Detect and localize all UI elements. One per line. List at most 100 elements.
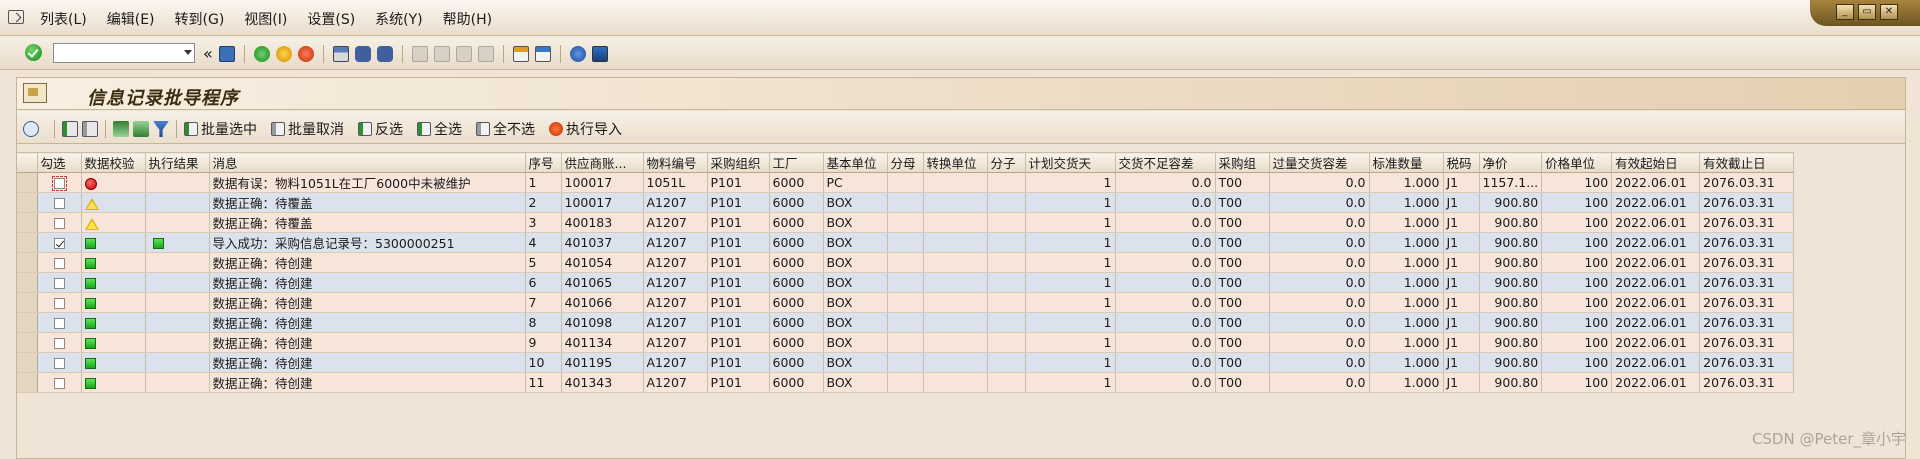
shortcut-icon[interactable] [534,46,551,62]
cell-vendor: 401066 [561,292,644,313]
table-row[interactable]: 数据正确：待创建 10 401195 A1207 P101 6000 BOX 1 0.0 T00 0… [17,352,1795,373]
column-header[interactable]: 采购组织 [707,152,770,173]
row-selector[interactable] [17,172,38,193]
maximize-button[interactable]: ▭ [1858,4,1876,20]
menu-view[interactable]: 视图(I) [244,9,287,29]
row-checkbox[interactable] [51,176,67,191]
column-header[interactable]: 消息 [209,152,526,173]
table-row[interactable]: 数据正确：待创建 5 401054 A1207 P101 6000 BOX 1 0.0 T00 0.… [17,252,1795,273]
column-header[interactable]: 有效截止日 [1699,152,1795,173]
cell-numer [987,332,1026,353]
enter-check-icon[interactable] [25,44,42,61]
row-checkbox[interactable] [53,258,65,269]
row-checkbox[interactable] [53,338,65,349]
column-header[interactable]: 标准数量 [1369,152,1444,173]
column-header[interactable]: 过量交货容差 [1269,152,1370,173]
column-header[interactable]: 基本单位 [823,152,888,173]
table-row[interactable]: 数据正确：待创建 8 401098 A1207 P101 6000 BOX 1 0.0 T00 0.… [17,312,1795,333]
column-header[interactable]: 分子 [987,152,1026,173]
column-header[interactable]: 转换单位 [923,152,988,173]
command-field[interactable] [53,43,195,63]
row-checkbox[interactable] [53,238,65,249]
menu-exit-icon[interactable] [8,10,24,24]
column-header[interactable]: 税码 [1443,152,1480,173]
row-checkbox[interactable] [53,358,65,369]
row-selector[interactable] [17,312,38,333]
column-header[interactable]: 有效起始日 [1611,152,1701,173]
menu-goto[interactable]: 转到(G) [175,9,225,29]
table-row[interactable]: 数据正确：待创建 11 401343 A1207 P101 6000 BOX 1 0.0 T00 0… [17,372,1795,393]
deselect-block-icon[interactable] [82,121,98,137]
menu-help[interactable]: 帮助(H) [443,9,492,29]
row-checkbox[interactable] [53,298,65,309]
chevron-down-icon[interactable] [184,50,192,55]
table-row[interactable]: 数据正确：待覆盖 3 400183 A1207 P101 6000 BOX 1 0.0 T00 0.… [17,212,1795,233]
row-checkbox[interactable] [53,198,65,209]
close-button[interactable]: ✕ [1880,4,1898,20]
column-header[interactable]: 价格单位 [1541,152,1613,173]
column-header[interactable]: 计划交货天 [1025,152,1116,173]
command-input[interactable] [54,44,174,62]
cell-under: 0.0 [1115,192,1216,213]
column-header[interactable]: 物料编号 [643,152,708,173]
column-header[interactable]: 分母 [887,152,924,173]
invert-selection-button[interactable]: 反选 [358,119,403,139]
select-all-button[interactable]: 全选 [417,119,462,139]
execute-import-button[interactable]: 执行导入 [549,119,622,139]
find-icon[interactable] [354,46,371,62]
column-header[interactable]: 净价 [1479,152,1543,173]
column-header[interactable]: 序号 [525,152,562,173]
save-icon[interactable] [218,46,235,62]
find-next-icon[interactable] [376,46,393,62]
exit-icon[interactable] [275,46,292,62]
menu-edit[interactable]: 编辑(E) [107,9,155,29]
batch-select-button[interactable]: 批量选中 [184,119,257,139]
row-selector-header-icon[interactable] [17,152,38,173]
filter-icon[interactable] [153,121,169,137]
sort-descending-icon[interactable] [133,121,149,137]
row-checkbox[interactable] [53,318,65,329]
batch-cancel-button[interactable]: 批量取消 [271,119,344,139]
help-icon[interactable] [569,46,586,62]
collapse-icon[interactable]: « [203,46,213,62]
select-block-icon[interactable] [62,121,78,137]
print-icon[interactable] [332,46,349,62]
row-checkbox[interactable] [53,378,65,389]
column-header[interactable]: 勾选 [37,152,82,173]
cancel-icon[interactable] [297,46,314,62]
column-header[interactable]: 采购组 [1215,152,1270,173]
sort-ascending-icon[interactable] [113,121,129,137]
column-header[interactable]: 数据校验 [81,152,146,173]
table-row[interactable]: 导入成功：采购信息记录号：5300000251 4 401037 A1207 P101 6… [17,232,1795,253]
row-selector[interactable] [17,352,38,373]
column-header[interactable]: 供应商账... [561,152,644,173]
menu-system[interactable]: 系统(Y) [375,9,422,29]
row-selector[interactable] [17,372,38,393]
table-row[interactable]: 数据有误：物料1051L在工厂6000中未被维护 1 100017 1051L P101… [17,172,1795,193]
column-header[interactable]: 工厂 [769,152,824,173]
column-header[interactable]: 交货不足容差 [1115,152,1216,173]
minimize-button[interactable]: _ [1836,4,1854,20]
column-header[interactable]: 执行结果 [145,152,210,173]
menu-settings[interactable]: 设置(S) [307,9,355,29]
row-selector[interactable] [17,272,38,293]
row-selector[interactable] [17,212,38,233]
row-checkbox[interactable] [53,278,65,289]
deselect-all-button[interactable]: 全不选 [476,119,535,139]
row-selector[interactable] [17,292,38,313]
row-selector[interactable] [17,252,38,273]
row-selector[interactable] [17,232,38,253]
row-checkbox[interactable] [53,218,65,229]
table-row[interactable]: 数据正确：待创建 7 401066 A1207 P101 6000 BOX 1 0.0 T00 0.… [17,292,1795,313]
new-session-icon[interactable] [512,46,529,62]
menu-list[interactable]: 列表(L) [40,9,87,29]
table-row[interactable]: 数据正确：待覆盖 2 100017 A1207 P101 6000 BOX 1 0.0 T00 0.… [17,192,1795,213]
table-row[interactable]: 数据正确：待创建 6 401065 A1207 P101 6000 BOX 1 0.0 T00 0.… [17,272,1795,293]
row-selector[interactable] [17,332,38,353]
back-icon[interactable] [253,46,270,62]
details-icon[interactable] [23,121,39,137]
customize-layout-icon[interactable] [591,46,608,62]
table-row[interactable]: 数据正确：待创建 9 401134 A1207 P101 6000 BOX 1 0.0 T00 0.… [17,332,1795,353]
checkbox-cell [37,252,82,273]
row-selector[interactable] [17,192,38,213]
